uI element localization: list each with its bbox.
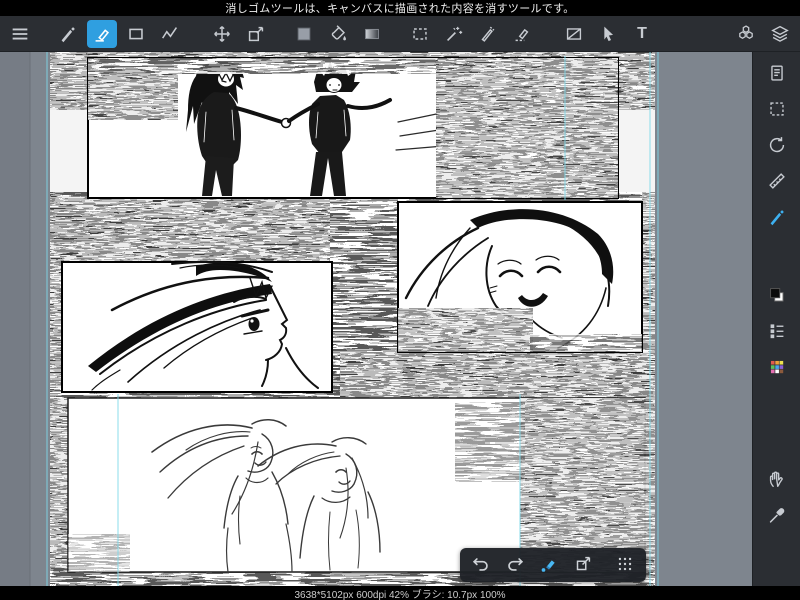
canvas-info-text: 3638*5102px 600dpi 42% ブラシ: 10.7px 100% bbox=[294, 589, 506, 600]
undo-button[interactable] bbox=[465, 551, 497, 579]
select-eraser-icon bbox=[511, 23, 533, 45]
eyedropper-button[interactable] bbox=[759, 500, 795, 532]
magic-wand-button[interactable] bbox=[439, 20, 469, 48]
rotate-reset-button[interactable] bbox=[759, 130, 795, 162]
undo-arrow-icon bbox=[470, 553, 492, 578]
layers-icon bbox=[769, 23, 791, 45]
brush-icon bbox=[766, 206, 788, 231]
tool-hint-text: 消しゴムツールは、キャンバスに描画された内容を消すツールです。 bbox=[225, 3, 575, 15]
rotate-icon bbox=[766, 134, 788, 159]
rectangle-icon bbox=[125, 23, 147, 45]
paint-bucket-icon bbox=[327, 23, 349, 45]
right-sidebar bbox=[752, 52, 800, 586]
layers-button[interactable] bbox=[765, 20, 795, 48]
color-chips-button[interactable] bbox=[759, 280, 795, 312]
eraser-quick-button[interactable] bbox=[533, 551, 565, 579]
quick-action-bar bbox=[460, 548, 646, 582]
eraser-active-icon bbox=[538, 553, 560, 578]
redo-arrow-icon bbox=[504, 553, 526, 578]
polyline-tool-button[interactable] bbox=[155, 20, 185, 48]
open-transform-icon bbox=[572, 553, 594, 578]
select-pen-icon bbox=[477, 23, 499, 45]
panel-1 bbox=[87, 57, 619, 199]
fill-tool-button[interactable] bbox=[323, 20, 353, 48]
menu-button[interactable] bbox=[5, 20, 35, 48]
material-hexagons-icon bbox=[735, 23, 757, 45]
canvas-viewport[interactable] bbox=[0, 52, 752, 586]
panel-divide-icon bbox=[563, 23, 585, 45]
transform-view-button[interactable] bbox=[567, 551, 599, 579]
redo-button[interactable] bbox=[499, 551, 531, 579]
pages-icon bbox=[766, 62, 788, 87]
grid-dots-icon bbox=[614, 553, 636, 578]
shape-tool-button[interactable] bbox=[121, 20, 151, 48]
top-message-bar: 消しゴムツールは、キャンバスに描画された内容を消すツールです。 bbox=[0, 0, 800, 16]
gradient-icon bbox=[361, 23, 383, 45]
hamburger-menu-icon bbox=[9, 23, 31, 45]
status-bar: 3638*5102px 600dpi 42% ブラシ: 10.7px 100% bbox=[0, 586, 800, 600]
panel-4 bbox=[67, 397, 655, 573]
current-color-button[interactable] bbox=[289, 20, 319, 48]
layer-list-icon bbox=[766, 320, 788, 345]
ruler-button[interactable] bbox=[759, 166, 795, 198]
color-palette-icon bbox=[766, 356, 788, 381]
transform-tool-button[interactable] bbox=[241, 20, 271, 48]
material-button[interactable] bbox=[731, 20, 761, 48]
selection-panel-button[interactable] bbox=[759, 94, 795, 126]
panel-2 bbox=[61, 261, 333, 393]
foreground-background-color-chips bbox=[766, 284, 788, 309]
operation-tool-button[interactable] bbox=[593, 20, 623, 48]
eraser-tool-button[interactable] bbox=[87, 19, 117, 48]
hand-tool-button[interactable] bbox=[759, 464, 795, 496]
panel-3 bbox=[397, 201, 643, 353]
eyedropper-icon bbox=[766, 504, 788, 529]
main-toolbar: T bbox=[0, 16, 800, 52]
panel-divide-button[interactable] bbox=[559, 20, 589, 48]
move-arrows-icon bbox=[211, 23, 233, 45]
hand-icon bbox=[766, 468, 788, 493]
pages-panel-button[interactable] bbox=[759, 58, 795, 90]
palette-button[interactable] bbox=[759, 352, 795, 384]
text-icon: T bbox=[637, 24, 647, 42]
transform-icon bbox=[245, 23, 267, 45]
brush-icon bbox=[57, 23, 79, 45]
gradient-tool-button[interactable] bbox=[357, 20, 387, 48]
ruler-icon bbox=[766, 170, 788, 195]
selection-dashed-icon bbox=[766, 98, 788, 123]
select-pen-button[interactable] bbox=[473, 20, 503, 48]
polyline-icon bbox=[159, 23, 181, 45]
paint-app-window: 消しゴムツールは、キャンバスに描画された内容を消すツールです。 T 3638*5… bbox=[0, 0, 800, 600]
brush-settings-button[interactable] bbox=[759, 202, 795, 234]
drag-handle-button[interactable] bbox=[609, 551, 641, 579]
manga-canvas-artwork bbox=[0, 52, 752, 586]
brush-tool-button[interactable] bbox=[53, 20, 83, 48]
eraser-icon bbox=[91, 23, 113, 45]
layer-list-button[interactable] bbox=[759, 316, 795, 348]
color-swatch bbox=[293, 23, 315, 45]
move-tool-button[interactable] bbox=[207, 20, 237, 48]
magic-wand-icon bbox=[443, 23, 465, 45]
cursor-icon bbox=[597, 23, 619, 45]
text-tool-button[interactable]: T bbox=[627, 20, 657, 48]
select-eraser-button[interactable] bbox=[507, 20, 537, 48]
marquee-icon bbox=[409, 23, 431, 45]
select-tool-button[interactable] bbox=[405, 20, 435, 48]
workspace bbox=[0, 52, 800, 586]
